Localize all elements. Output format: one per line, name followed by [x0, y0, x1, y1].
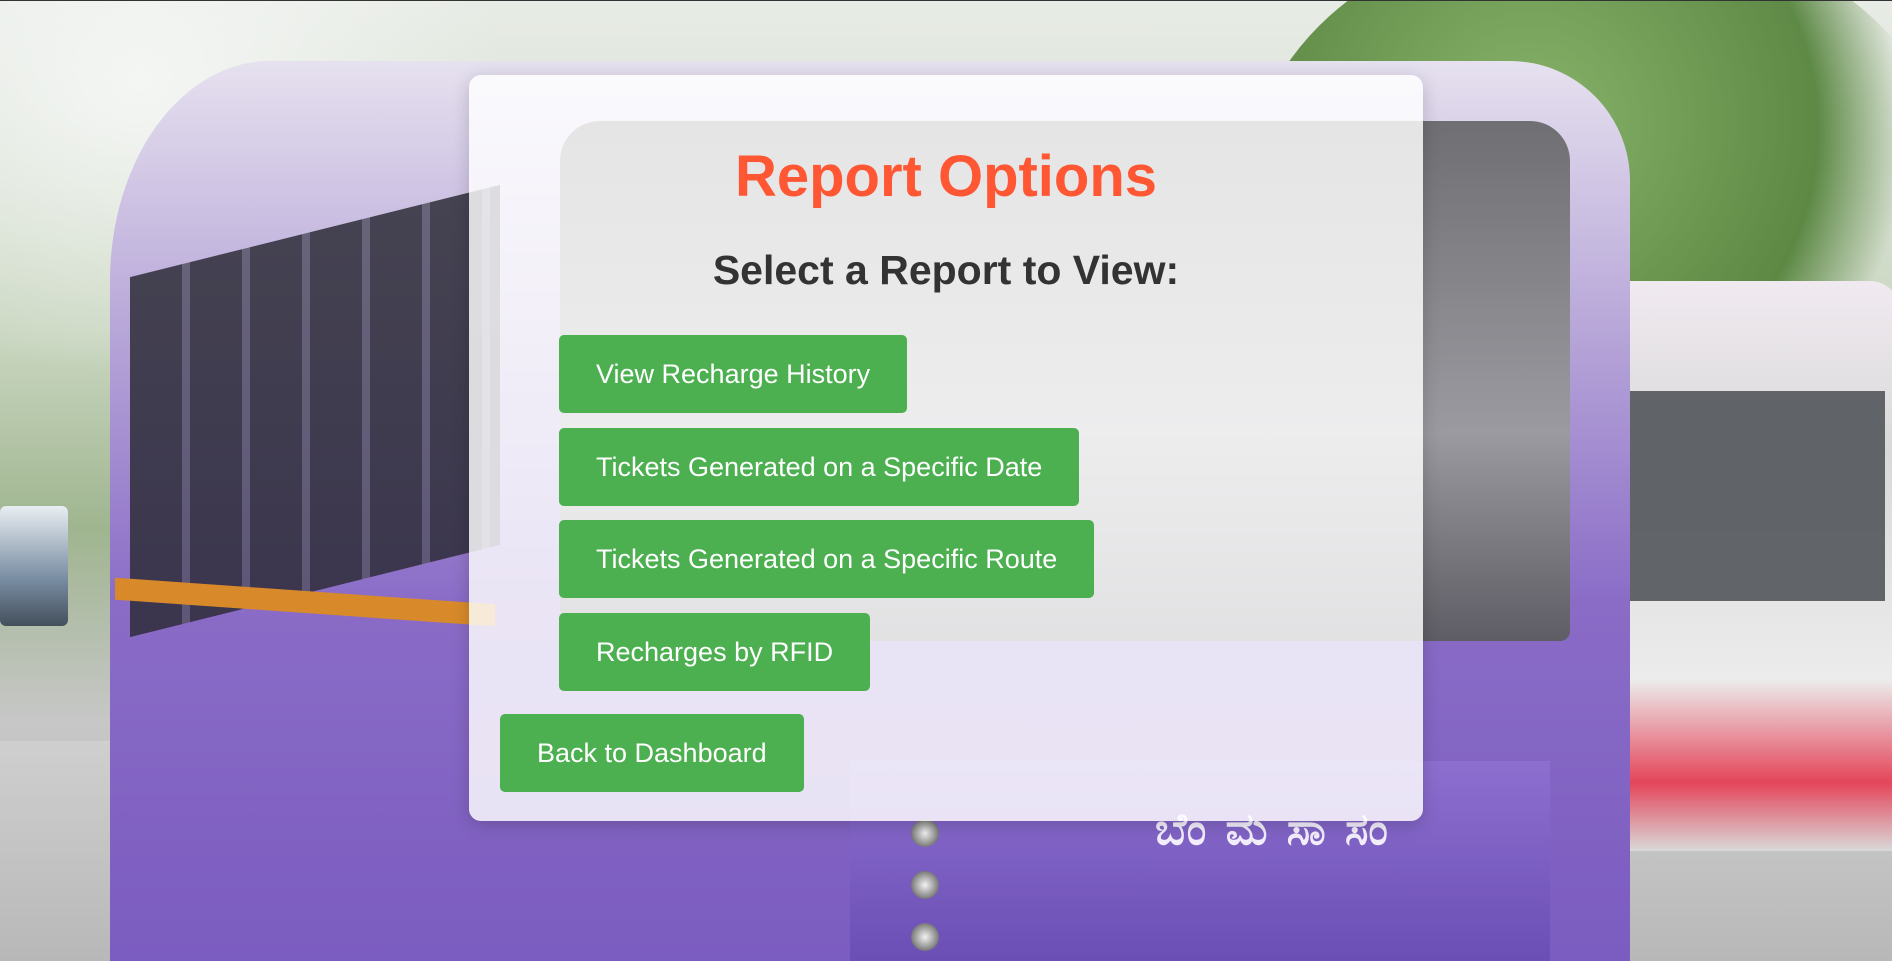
background-bus-far	[0, 506, 68, 626]
background-bus-right-window	[1605, 391, 1885, 601]
bus-lamp	[911, 923, 939, 951]
page-title: Report Options	[734, 144, 1158, 209]
page: ಬೆಂ ಮ ಸಾ ಸಂ Report Options Select a Repo…	[0, 0, 1892, 961]
bus-lamp	[911, 871, 939, 899]
recharges-by-rfid-button[interactable]: Recharges by RFID	[559, 613, 871, 691]
tickets-by-date-button[interactable]: Tickets Generated on a Specific Date	[559, 428, 1080, 506]
back-to-dashboard-button[interactable]: Back to Dashboard	[500, 714, 804, 792]
view-recharge-history-button[interactable]: View Recharge History	[559, 335, 908, 413]
section-subtitle: Select a Report to View:	[712, 247, 1180, 293]
tickets-by-route-button[interactable]: Tickets Generated on a Specific Route	[559, 520, 1095, 598]
bus-lamp	[911, 819, 939, 847]
